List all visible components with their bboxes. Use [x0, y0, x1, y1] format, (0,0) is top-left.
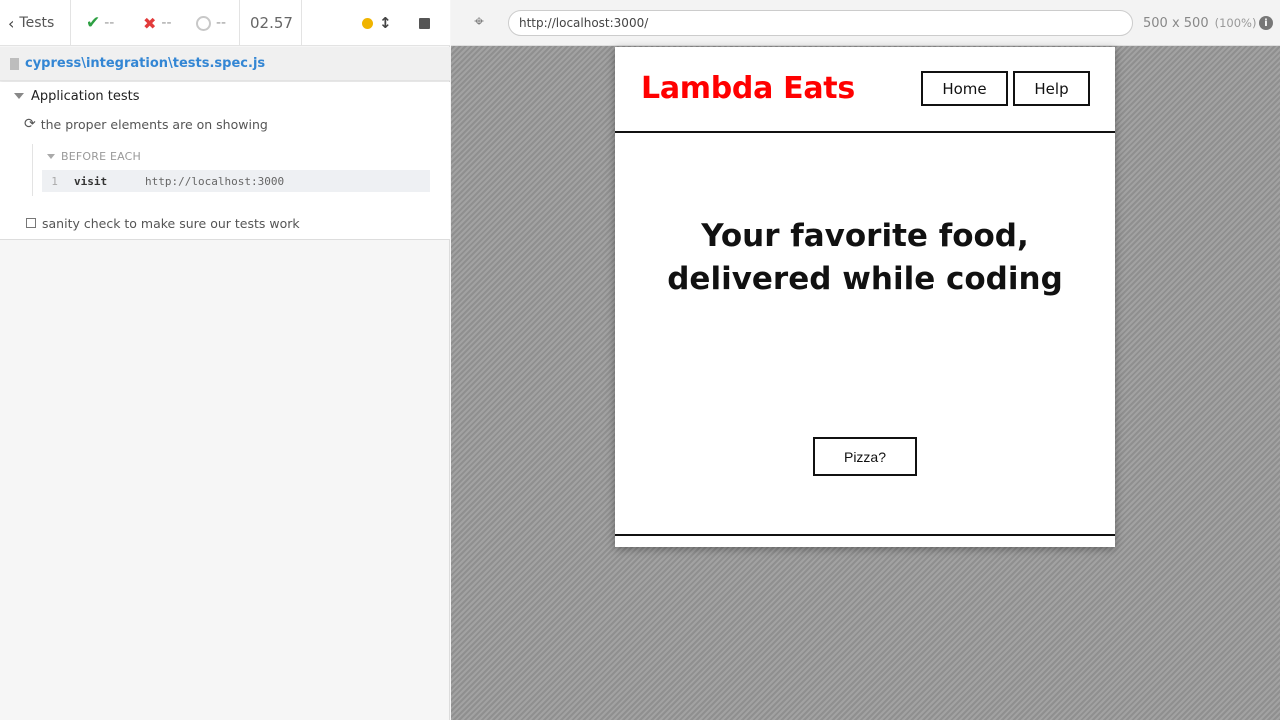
pending-count: -- — [196, 0, 226, 46]
scroll-arrows-icon: ↕ — [379, 14, 392, 32]
passed-value: -- — [104, 15, 115, 31]
before-each-hook: BEFORE EACH 1 visit http://localhost:300… — [32, 144, 432, 196]
divider — [301, 0, 302, 46]
help-button[interactable]: Help — [1013, 71, 1090, 106]
test-item-not-run[interactable]: sanity check to make sure our tests work — [26, 212, 300, 234]
pending-value: -- — [216, 15, 227, 31]
checkbox-square-icon — [26, 218, 36, 228]
suite-title[interactable]: Application tests — [14, 86, 140, 106]
stop-icon — [419, 17, 430, 29]
caret-down-icon — [14, 93, 24, 99]
url-bar[interactable]: http://localhost:3000/ — [508, 10, 1133, 36]
home-button[interactable]: Home — [921, 71, 1008, 106]
hook-title-label: BEFORE EACH — [61, 150, 142, 163]
divider — [239, 0, 240, 46]
runnables-list: Application tests ⟳ the proper elements … — [0, 82, 450, 240]
chevron-left-icon: ‹ — [8, 13, 15, 33]
footer-divider — [615, 534, 1115, 536]
suite-title-label: Application tests — [31, 88, 140, 104]
pending-ring-icon — [196, 15, 211, 31]
pizza-button[interactable]: Pizza? — [813, 437, 917, 476]
passed-count: ✔ -- — [86, 0, 114, 46]
failed-count: ✖ -- — [143, 0, 172, 46]
aut-header: ⌖ http://localhost:3000/ 500 x 500 (100%… — [451, 0, 1280, 46]
command-message: http://localhost:3000 — [145, 174, 285, 188]
viewport-zoom: (100%) — [1214, 16, 1257, 30]
hero-heading: Your favorite food, delivered while codi… — [667, 218, 1063, 297]
test-item-running[interactable]: ⟳ the proper elements are on showing — [24, 113, 268, 135]
cross-icon: ✖ — [143, 13, 157, 33]
viewport-info: 500 x 500 (100%) — [1143, 0, 1256, 46]
divider — [70, 0, 71, 46]
reporter-panel: ‹ Tests ✔ -- ✖ -- -- 02.57 ↕ cypress\int… — [0, 0, 450, 720]
selector-playground-button[interactable]: ⌖ — [469, 12, 489, 32]
reporter-stats-bar: ‹ Tests ✔ -- ✖ -- -- 02.57 ↕ — [0, 0, 450, 46]
duration: 02.57 — [250, 14, 293, 32]
brand-title: Lambda Eats — [641, 71, 855, 106]
caret-down-icon — [47, 154, 55, 159]
auto-scroll-toggle[interactable]: ↕ — [379, 0, 392, 46]
failed-value: -- — [161, 15, 172, 31]
info-icon[interactable]: i — [1259, 16, 1273, 30]
tests-back-link[interactable]: ‹ Tests — [8, 0, 54, 46]
aut-panel: ⌖ http://localhost:3000/ 500 x 500 (100%… — [451, 0, 1280, 720]
viewport-size: 500 x 500 — [1143, 15, 1209, 31]
spec-file-link[interactable]: cypress\integration\tests.spec.js — [25, 56, 265, 71]
url-text: http://localhost:3000/ — [519, 16, 649, 30]
command-name: visit — [74, 174, 108, 188]
command-number: 1 — [51, 174, 58, 188]
file-icon — [10, 57, 19, 70]
running-indicator — [362, 0, 373, 46]
spec-file-header: cypress\integration\tests.spec.js — [0, 47, 450, 81]
refresh-icon: ⟳ — [24, 116, 36, 132]
app-iframe: Lambda Eats Home Help Your favorite food… — [615, 47, 1115, 547]
test-title: the proper elements are on showing — [40, 116, 268, 132]
check-icon: ✔ — [86, 13, 101, 33]
stop-button[interactable] — [419, 0, 430, 46]
app-header: Lambda Eats Home Help — [615, 47, 1115, 133]
command-row[interactable]: 1 visit http://localhost:3000 — [42, 170, 430, 192]
tests-link-label: Tests — [19, 15, 55, 31]
test-title: sanity check to make sure our tests work — [42, 215, 300, 231]
hook-title[interactable]: BEFORE EACH — [47, 150, 141, 163]
crosshair-icon: ⌖ — [474, 12, 484, 32]
running-dot-icon — [362, 17, 373, 29]
